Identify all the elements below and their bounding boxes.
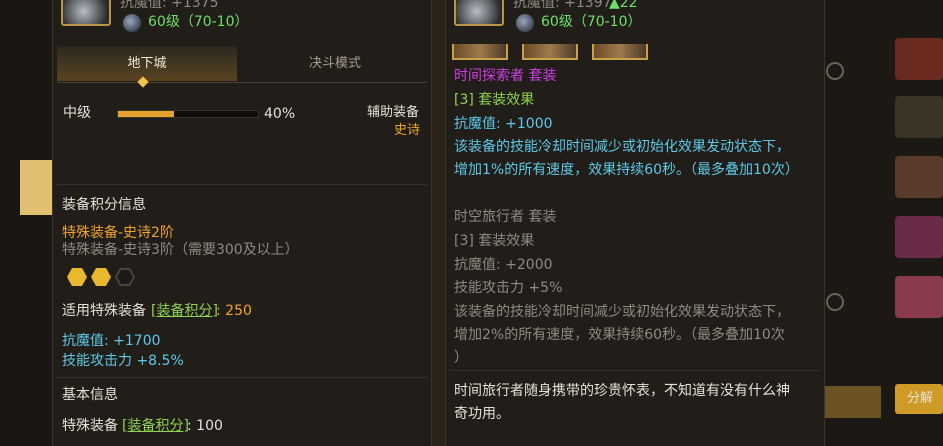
set-piece-icon[interactable]: [592, 44, 648, 60]
flavor-line1: 时间旅行者随身携带的珍贵怀表，不知道有没有什么神: [454, 383, 790, 399]
anti-magic-top: 抗魔值: +1397: [513, 0, 612, 11]
inventory-slot[interactable]: [895, 38, 943, 80]
level-text: 60级（70-10）: [148, 14, 249, 30]
score-header: 装备积分信息: [62, 197, 146, 213]
level-text: 60级（70-10）: [541, 14, 642, 30]
special-tier-next: 特殊装备-史诗3阶（需要300及以上）: [62, 242, 299, 258]
level-gem-icon: [516, 14, 534, 32]
left-background: [0, 0, 52, 446]
inventory-slot[interactable]: [895, 276, 943, 318]
anti-magic-value: 抗魔值: +1700: [62, 333, 161, 349]
inventory-slot[interactable]: [895, 156, 943, 198]
anti-magic-top: 抗魔值: +1375: [120, 0, 219, 11]
compare-item-tooltip: 抗魔值: +1397 ▲22 60级（70-10） 时间探索者 套装 [3] 套…: [445, 0, 825, 446]
pocket-watch-icon: [454, 0, 504, 26]
disassemble-button[interactable]: 分解: [895, 384, 943, 414]
hex-filled-icon: [67, 268, 87, 286]
equipment-score-link-basic[interactable]: [装备积分]: [122, 417, 189, 435]
set2-skill: 技能攻击力 +5%: [454, 280, 563, 296]
pocket-watch-icon: [61, 0, 111, 26]
hex-empty-icon: [115, 268, 135, 286]
tab-underline: [57, 82, 427, 83]
applicable-prefix: 适用特殊装备: [62, 303, 146, 319]
inventory-slot[interactable]: [895, 96, 943, 138]
set2-name: 时空旅行者 套装: [454, 209, 557, 225]
equipped-item-tooltip: 抗魔值: +1375 60级（70-10） 地下城 决斗模式 中级 40% 辅助…: [52, 0, 432, 446]
skill-attack-value: 技能攻击力 +8.5%: [62, 353, 184, 369]
middle-background: [430, 0, 445, 446]
inventory-slot[interactable]: [895, 216, 943, 258]
anti-magic-delta: ▲22: [609, 0, 638, 11]
set-piece-icon[interactable]: [452, 44, 508, 60]
applicable-value: : 250: [216, 303, 252, 319]
equipment-score-link[interactable]: [装备积分]: [151, 302, 218, 320]
mode-tabs: 地下城 决斗模式: [57, 46, 427, 83]
special-value: : 100: [187, 418, 223, 434]
set2-effect: [3] 套装效果: [454, 233, 535, 249]
grade-label: 中级: [63, 105, 91, 121]
set2-desc-line3: ）: [454, 350, 468, 366]
flavor-line2: 奇功用。: [454, 406, 510, 422]
search-icon[interactable]: [826, 62, 844, 80]
set1-name: 时间探索者 套装: [454, 68, 557, 84]
aux-equipment-label: 辅助装备: [367, 105, 420, 120]
set1-anti-magic: 抗魔值: +1000: [454, 116, 553, 132]
set2-anti-magic: 抗魔值: +2000: [454, 257, 553, 273]
left-side-tab[interactable]: [20, 160, 52, 215]
set1-desc-line1: 该装备的技能冷却时间减少或初始化效果发动状态下，: [454, 139, 790, 155]
progress-fill: [118, 111, 174, 117]
disassemble-button-area[interactable]: [823, 386, 881, 418]
grade-progress-bar: [117, 110, 259, 118]
progress-percent: 40%: [264, 106, 296, 122]
tab-duel[interactable]: 决斗模式: [243, 46, 427, 81]
rarity-label: 史诗: [394, 123, 421, 138]
level-gem-icon: [123, 14, 141, 32]
set1-desc-line2: 增加1%的所有速度，效果持续60秒。（最多叠加10次）: [454, 162, 799, 178]
special-tier: 特殊装备-史诗2阶: [62, 225, 174, 241]
disassemble-label: 分解: [907, 391, 934, 406]
set2-desc-line1: 该装备的技能冷却时间减少或初始化效果发动状态下，: [454, 304, 790, 320]
set-piece-icon[interactable]: [522, 44, 578, 60]
divider: [57, 377, 427, 378]
set2-desc-line2: 增加2%的所有速度，效果持续60秒。（最多叠加10次: [454, 327, 785, 343]
search-icon[interactable]: [826, 293, 844, 311]
divider: [450, 370, 820, 371]
hex-filled-icon: [91, 268, 111, 286]
tab-dungeon[interactable]: 地下城: [57, 46, 237, 81]
basic-info-header: 基本信息: [62, 387, 118, 403]
divider: [57, 184, 427, 185]
set1-effect: [3] 套装效果: [454, 92, 535, 108]
special-prefix: 特殊装备: [62, 418, 118, 434]
